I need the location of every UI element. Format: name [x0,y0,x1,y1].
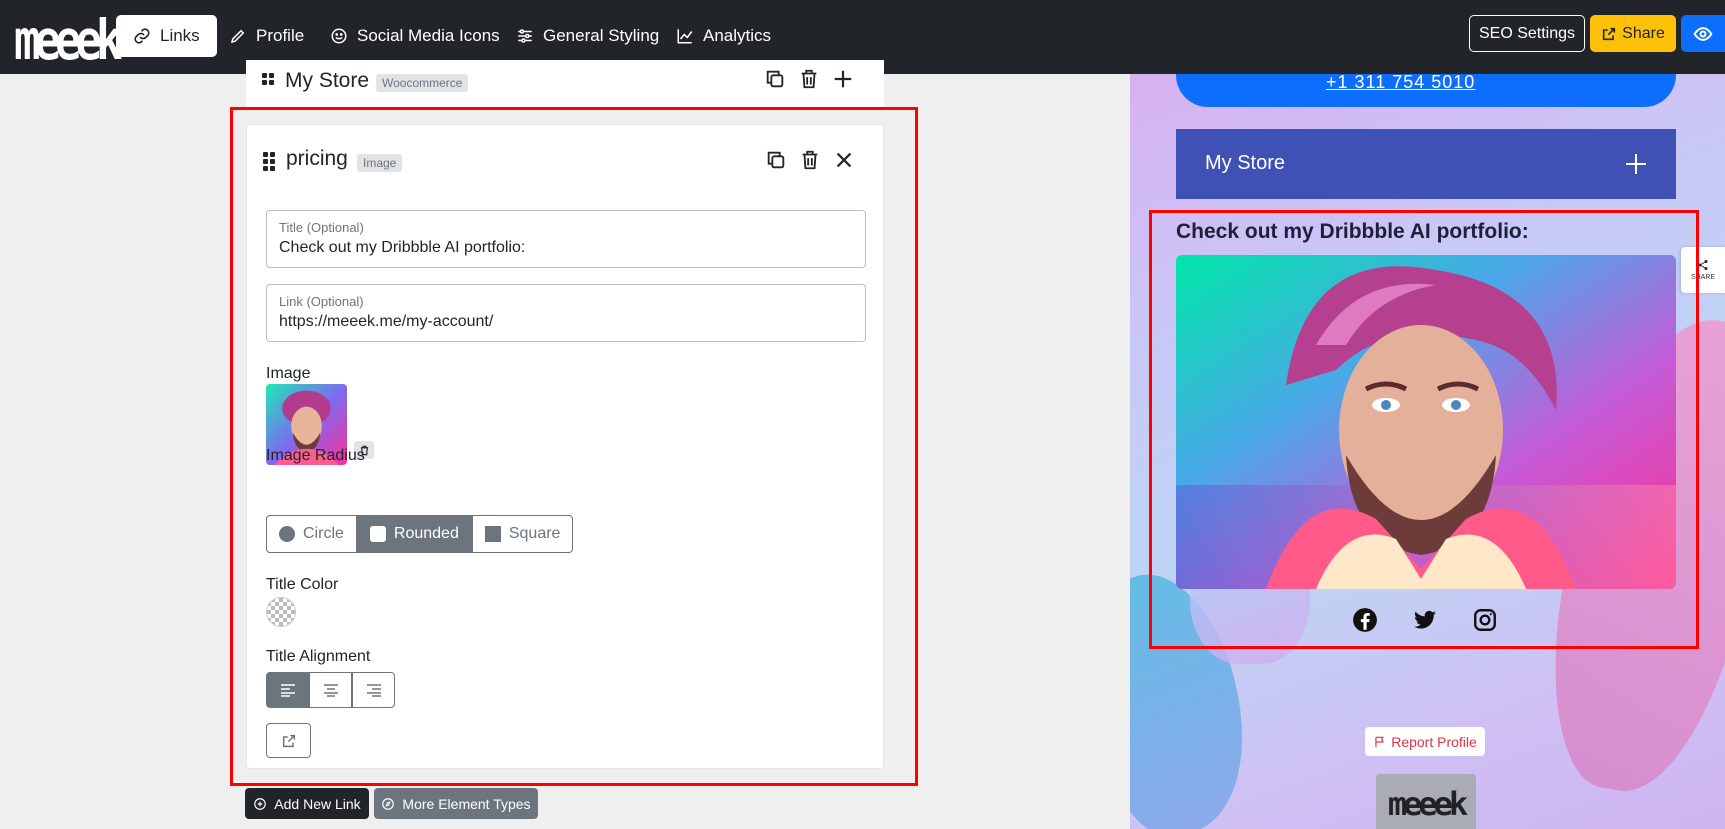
preview-phone-text: +1 311 754 5010 [1326,74,1476,92]
preview-toggle-button[interactable] [1681,15,1725,52]
preview-image-title: Check out my Dribbble AI portfolio: [1176,220,1529,243]
type-badge: Woocommerce [376,74,469,92]
delete-button[interactable] [796,66,822,92]
align-right-button[interactable] [352,672,395,708]
plus-icon [1626,154,1646,174]
link-card-pricing: pricing Image Title (Optional) Check out… [246,124,884,769]
share-button-label: Share [1622,24,1665,42]
tab-general-styling[interactable]: General Styling [499,15,676,57]
sliders-icon [518,29,532,43]
more-element-types-button[interactable]: More Element Types [374,788,538,819]
smiley-icon [331,28,347,44]
delete-button[interactable] [797,147,823,173]
radius-square-button[interactable]: Square [471,515,574,553]
floating-share-label: SHARE [1690,274,1716,281]
copy-icon [767,151,785,169]
drag-handle-icon[interactable] [262,73,276,91]
collapse-button[interactable] [831,147,857,173]
tab-social-media-icons-label: Social Media Icons [357,26,500,45]
tab-analytics[interactable]: Analytics [659,15,788,57]
profile-preview: +1 311 754 5010 My Store Check out my Dr… [1130,74,1725,829]
duplicate-button[interactable] [762,66,788,92]
tab-profile[interactable]: Profile [212,15,321,57]
image-radius-label: Image Radius [266,447,365,464]
link-card-title: My Store [285,69,370,92]
more-element-types-label: More Element Types [402,795,531,812]
link-field-label: Link (Optional) [279,294,364,309]
circle-shape-icon [279,526,295,542]
image-radius-group: Circle Rounded Square [266,515,574,553]
tab-links-label: Links [160,26,200,45]
link-icon [134,28,150,44]
radius-circle-button[interactable]: Circle [266,515,357,553]
add-new-link-button[interactable]: Add New Link [245,788,369,819]
plus-icon [834,70,852,88]
share-button[interactable]: Share [1590,15,1676,52]
copy-icon [766,70,784,88]
flag-icon [1375,736,1385,747]
title-color-label: Title Color [266,576,339,593]
instagram-icon[interactable] [1470,605,1500,635]
tab-analytics-label: Analytics [703,26,772,45]
tab-profile-label: Profile [256,26,305,45]
floating-share-tab[interactable]: SHARE [1681,247,1725,293]
preview-image[interactable] [1176,255,1676,589]
app-logo[interactable]: meeek [14,9,122,74]
rounded-shape-icon [369,526,386,542]
title-alignment-group [266,672,395,708]
duplicate-button[interactable] [763,147,789,173]
close-icon [836,152,852,168]
pencil-icon [230,29,245,44]
eye-icon [1693,26,1713,41]
title-field[interactable]: Title (Optional) Check out my Dribbble A… [266,210,866,268]
trash-icon [802,150,818,170]
drag-handle-icon[interactable] [263,152,277,171]
seo-settings-button[interactable]: SEO Settings [1469,15,1585,52]
report-profile-button[interactable]: Report Profile [1365,727,1485,756]
title-color-picker[interactable] [266,597,296,627]
radius-circle-label: Circle [303,525,344,542]
preview-social-icons [1350,605,1530,635]
external-link-icon [282,734,295,747]
report-profile-label: Report Profile [1391,733,1477,750]
preview-phone-button[interactable]: +1 311 754 5010 [1176,74,1676,107]
title-field-label: Title (Optional) [279,220,364,235]
external-link-icon [1603,27,1616,40]
square-shape-icon [484,526,501,542]
plus-circle-icon [254,797,267,810]
tab-social-media-icons[interactable]: Social Media Icons [313,15,517,57]
share-icon [1698,260,1708,270]
radius-square-label: Square [508,525,561,542]
link-field-value[interactable]: https://meeek.me/my-account/ [279,313,493,331]
tab-general-styling-label: General Styling [543,26,660,45]
radius-rounded-label: Rounded [393,525,459,542]
twitter-icon[interactable] [1410,605,1440,635]
align-center-icon [323,684,338,697]
link-card-title: pricing [286,147,348,170]
align-center-button[interactable] [309,672,352,708]
align-left-button[interactable] [266,672,309,708]
type-badge: Image [357,154,403,172]
align-left-icon [280,684,295,697]
title-field-value[interactable]: Check out my Dribbble AI portfolio: [279,239,525,257]
link-field[interactable]: Link (Optional) https://meeek.me/my-acco… [266,284,866,342]
preview-store-title: My Store [1205,152,1286,174]
title-alignment-label: Title Alignment [266,648,371,665]
trash-icon [801,69,817,89]
chart-line-icon [677,29,693,44]
add-new-link-label: Add New Link [274,795,361,812]
tab-links[interactable]: Links [116,15,217,57]
open-link-button[interactable] [266,723,311,758]
preview-store-button[interactable]: My Store [1176,129,1676,199]
radius-rounded-button[interactable]: Rounded [356,515,472,553]
facebook-icon[interactable] [1350,605,1380,635]
footer-logo[interactable]: meeek [1376,774,1476,829]
image-label: Image [266,365,311,382]
expand-button[interactable] [830,66,856,92]
align-right-icon [366,684,381,697]
link-card-my-store: My Store Woocommerce [246,60,884,108]
compass-icon [382,797,395,810]
